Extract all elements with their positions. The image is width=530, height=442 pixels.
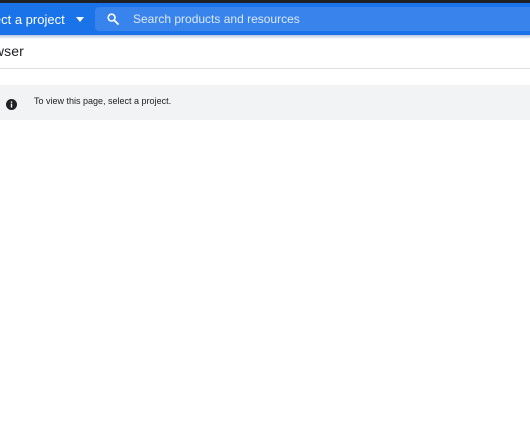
- top-header-bar: lect a project: [0, 3, 530, 35]
- info-icon: [6, 97, 17, 110]
- select-project-notice: To view this page, select a project.: [0, 85, 530, 120]
- title-divider: [0, 68, 530, 69]
- project-selector-button[interactable]: lect a project: [0, 5, 84, 33]
- header-shadow: [0, 35, 530, 39]
- notice-text: To view this page, select a project.: [34, 96, 172, 106]
- search-icon[interactable]: [106, 12, 120, 26]
- page-title: owser: [0, 43, 24, 59]
- caret-down-icon: [75, 16, 84, 22]
- search-bar[interactable]: [95, 7, 530, 31]
- project-selector-label: lect a project: [0, 11, 65, 27]
- search-input[interactable]: [133, 12, 433, 26]
